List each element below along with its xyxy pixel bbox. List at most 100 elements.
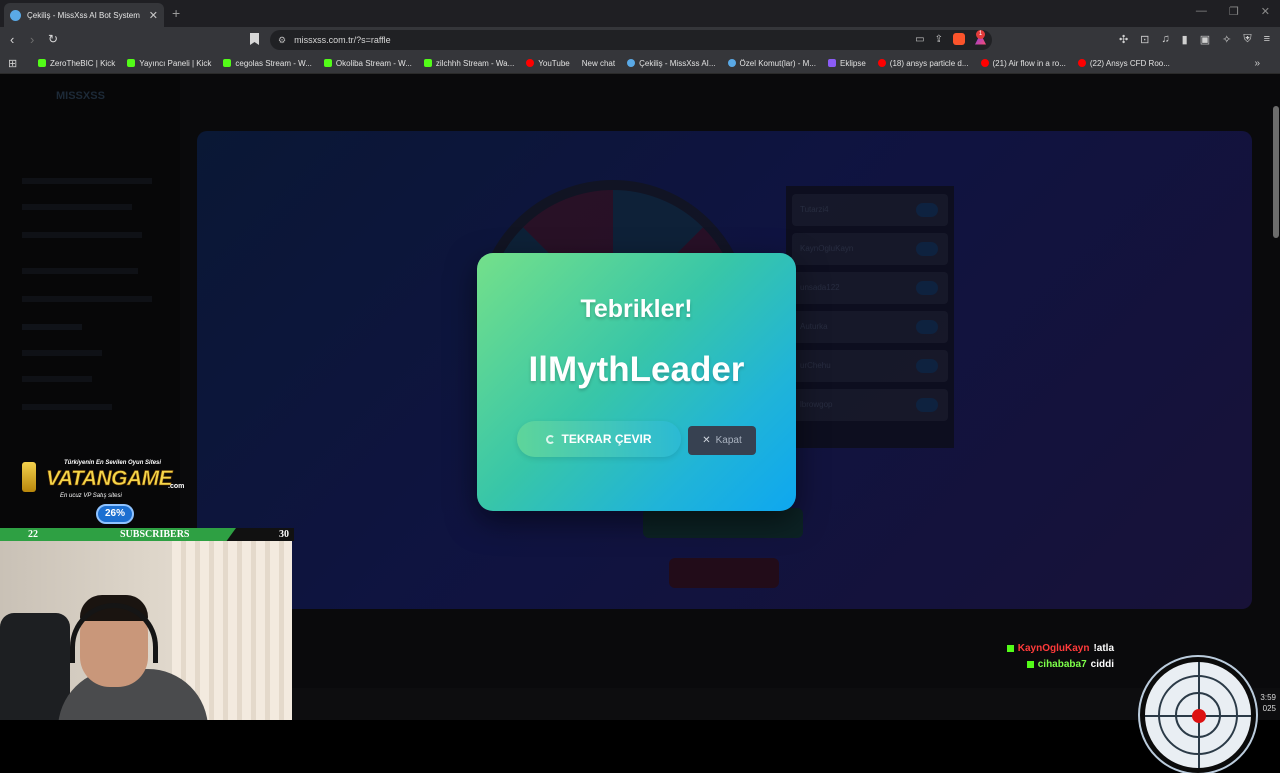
sponsor-domain: .com <box>168 483 185 490</box>
subscriber-goal: 30 <box>279 529 289 540</box>
extensions-icon[interactable]: ✣ <box>1119 33 1128 46</box>
bookmark-item[interactable]: Yayıncı Paneli | Kick <box>123 59 215 68</box>
scope-center-dot <box>1192 709 1206 723</box>
share-icon[interactable]: ⇪ <box>935 34 943 45</box>
bookmark-item[interactable]: Eklipse <box>824 59 870 68</box>
close-modal-button[interactable]: ✕ Kapat <box>688 426 756 455</box>
media-icon[interactable]: ♫ <box>1161 33 1169 46</box>
bookmark-icon[interactable] <box>250 33 259 45</box>
remove-button[interactable] <box>916 203 938 217</box>
scope-logo <box>1140 657 1256 773</box>
chat-text: ciddi <box>1090 659 1114 670</box>
bookmark-item[interactable]: New chat <box>578 59 1114 704</box>
more-bookmarks-icon[interactable]: » <box>1254 58 1260 69</box>
sidebar-item[interactable] <box>22 404 112 410</box>
remove-button[interactable] <box>916 398 938 412</box>
bookmark-item[interactable]: YouTube <box>522 59 573 68</box>
bookmark-item[interactable]: zilchhh Stream - Wa... <box>420 59 518 68</box>
site-favicon-icon <box>627 59 636 67</box>
close-icon: ✕ <box>702 435 711 446</box>
taskbar <box>292 688 1280 720</box>
page-scrollbar[interactable] <box>1273 106 1279 238</box>
site-info-icon[interactable]: ⚙ <box>278 35 286 46</box>
bookmark-item[interactable]: Okoliba Stream - W... <box>320 59 416 68</box>
address-bar[interactable]: ⚙ missxss.com.tr/?s=raffle ▭ ⇪ <box>270 30 992 50</box>
sponsor-tagline: Türkiyenin En Sevilen Oyun Sitesi <box>64 460 162 466</box>
reload-icon[interactable]: ↻ <box>48 32 58 46</box>
sidebar-item[interactable] <box>22 296 152 302</box>
bookmark-item[interactable]: (18) ansys particle d... <box>874 59 973 68</box>
refresh-icon <box>546 434 556 444</box>
kick-icon <box>423 59 432 67</box>
menu-icon[interactable]: ≡ <box>1264 33 1270 46</box>
clock-date: 025 <box>1262 704 1276 713</box>
progress-badge: 26% <box>96 504 134 524</box>
list-item: Auturka <box>792 311 948 343</box>
remove-button[interactable] <box>916 281 938 295</box>
remove-button[interactable] <box>916 242 938 256</box>
subscriber-label: SUBSCRIBERS <box>120 529 190 540</box>
kick-icon <box>1006 645 1014 652</box>
chat-username: KaynOgluKayn <box>1017 643 1090 654</box>
browser-tab-strip: Çekiliş - MissXss AI Bot System ✕ + — ❐ … <box>0 0 1280 27</box>
bookmark-item[interactable]: (22) Ansys CFD Roo... <box>1074 59 1174 68</box>
sidebar-item[interactable] <box>22 376 92 382</box>
browser-tab[interactable]: Çekiliş - MissXss AI Bot System ✕ <box>4 3 164 27</box>
bookmark-item[interactable]: Özel Komut(lar) - M... <box>724 59 820 68</box>
cast-icon[interactable]: ▭ <box>915 34 924 45</box>
sidebar-item[interactable] <box>22 204 132 210</box>
brave-shields-icon[interactable] <box>953 33 965 45</box>
winner-modal: Tebrikler! IlMythLeader TEKRAR ÇEVIR ✕ K… <box>477 253 796 511</box>
tab-title: Çekiliş - MissXss AI Bot System <box>27 10 140 20</box>
url-text: missxss.com.tr/?s=raffle <box>294 35 391 45</box>
wallet-icon[interactable]: ▣ <box>1200 33 1210 46</box>
chat-text: !atla <box>1093 643 1114 654</box>
spin-button-dimmed <box>643 508 803 538</box>
sidebar-icon[interactable]: ▮ <box>1182 33 1188 46</box>
sidebar-item[interactable] <box>22 324 82 330</box>
bookmark-item[interactable]: (21) Air flow in a ro... <box>977 59 1070 68</box>
screenshot-icon[interactable]: ⊡ <box>1140 33 1149 46</box>
webcam-feed <box>0 541 292 720</box>
maximize-icon[interactable]: ❐ <box>1229 5 1239 18</box>
bookmark-item[interactable]: ZeroTheBIC | Kick <box>34 59 119 68</box>
leo-ai-icon[interactable]: ✧ <box>1222 33 1231 46</box>
trophy-icon <box>22 462 36 492</box>
sidebar-item[interactable] <box>22 178 152 184</box>
window-controls: — ❐ ✕ <box>1196 5 1270 18</box>
spin-again-label: TEKRAR ÇEVIR <box>561 432 652 446</box>
chat-overlay: KaynOgluKayn !atla cihababa7 ciddi <box>1006 643 1114 675</box>
eklipse-icon <box>828 59 836 67</box>
list-item: unsada122 <box>792 272 948 304</box>
sidebar-item[interactable] <box>22 350 102 356</box>
spin-again-button[interactable]: TEKRAR ÇEVIR <box>517 421 681 457</box>
vpn-icon[interactable]: ⛨ <box>1243 33 1251 46</box>
chat-message: cihababa7 ciddi <box>1007 659 1114 670</box>
sponsor-subtitle: En ucuz VP Satış sitesi <box>60 493 122 499</box>
youtube-icon <box>1077 59 1086 67</box>
remove-button[interactable] <box>916 320 938 334</box>
apps-grid-icon[interactable]: ⊞ <box>8 57 30 70</box>
back-icon[interactable]: ‹ <box>10 32 14 47</box>
list-item: lbrowgop <box>792 389 948 421</box>
sidebar-item[interactable] <box>22 232 142 238</box>
browser-toolbar: ‹ › ↻ ⚙ missxss.com.tr/?s=raffle ▭ ⇪ 1 ✣… <box>0 27 1280 53</box>
participant-list: Tutarzi4 KaynOgluKayn unsada122 Auturka … <box>786 186 954 448</box>
close-tab-icon[interactable]: ✕ <box>149 9 158 22</box>
forward-icon[interactable]: › <box>30 32 34 47</box>
gaming-chair <box>0 613 70 720</box>
new-tab-icon[interactable]: + <box>172 5 180 21</box>
reset-button-dimmed <box>669 558 779 588</box>
close-window-icon[interactable]: ✕ <box>1261 5 1270 18</box>
remove-button[interactable] <box>916 359 938 373</box>
sponsor-brand: VATANGAME <box>46 467 173 491</box>
sponsor-banner: Türkiyenin En Sevilen Oyun Sitesi VATANG… <box>18 460 188 510</box>
bookmark-item[interactable]: Çekiliş - MissXss AI... <box>623 59 719 68</box>
system-clock: 3:59 025 <box>1260 692 1276 714</box>
youtube-icon <box>526 59 535 67</box>
bookmark-item[interactable]: cegolas Stream - W... <box>219 59 315 68</box>
list-item: KaynOgluKayn <box>792 233 948 265</box>
sidebar-item[interactable] <box>22 268 138 274</box>
kick-icon <box>127 59 136 67</box>
minimize-icon[interactable]: — <box>1196 5 1207 18</box>
